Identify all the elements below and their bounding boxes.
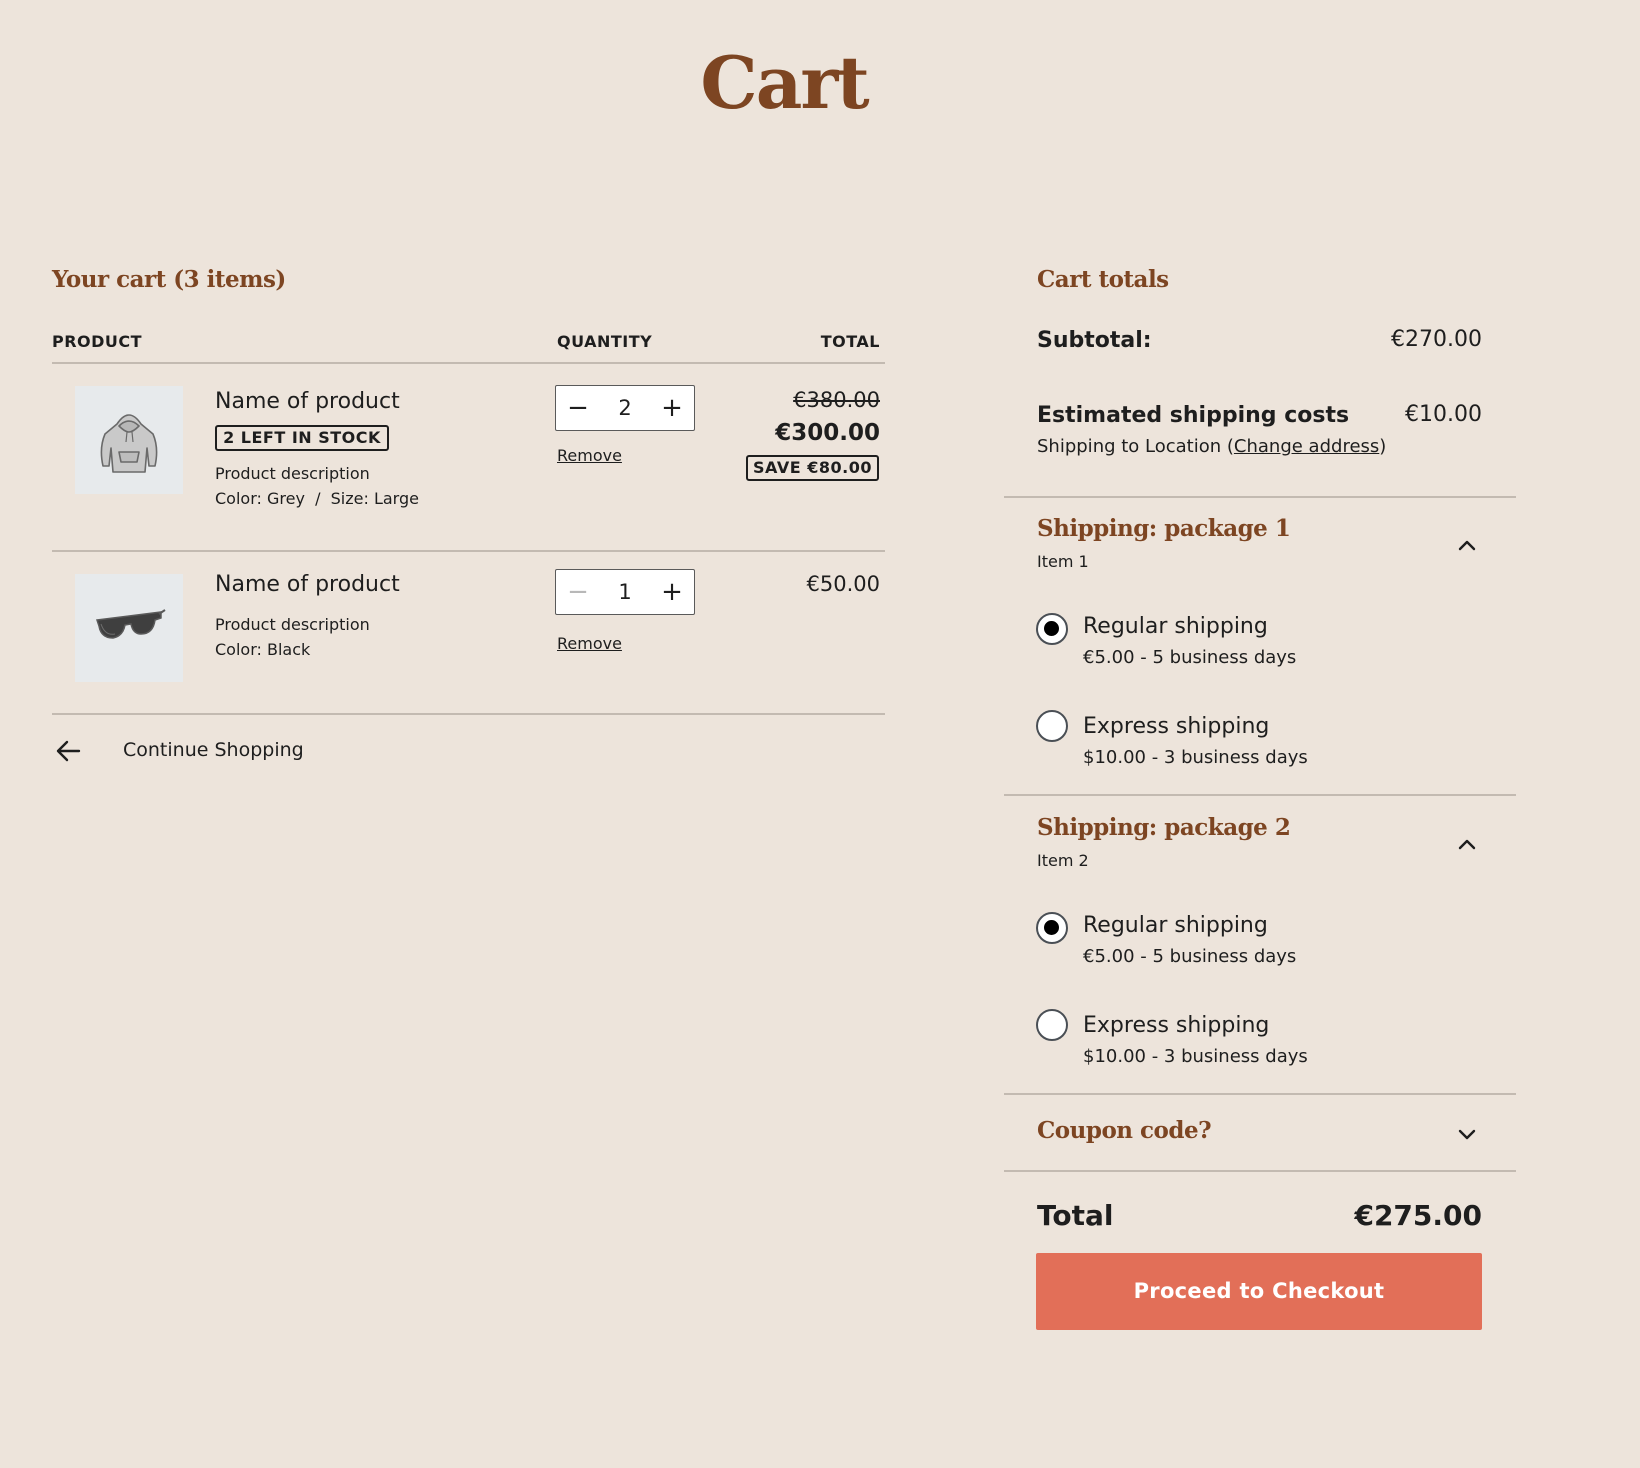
chevron-up-icon[interactable] [1455,833,1479,857]
shipping-costs-value: €10.00 [1405,402,1482,427]
chevron-down-icon[interactable] [1455,1122,1479,1146]
shipping-location-text: Shipping to Location ( [1037,436,1234,457]
column-header-total: TOTAL [820,332,880,351]
radio-unselected[interactable] [1036,1009,1068,1041]
column-header-product: PRODUCT [52,332,143,351]
subtotal-label: Subtotal: [1037,328,1152,353]
product-name[interactable]: Name of product [215,389,400,414]
chevron-up-icon[interactable] [1455,534,1479,558]
product-attributes: Color: Grey / Size: Large [215,489,419,508]
quantity-stepper: − 1 + [555,569,695,615]
stock-badge: 2 LEFT IN STOCK [215,425,389,451]
package-title[interactable]: Shipping: package 2 [1037,814,1291,841]
increment-button[interactable]: + [650,570,694,614]
coupon-label[interactable]: Coupon code? [1037,1117,1212,1144]
product-attributes: Color: Black [215,640,311,659]
radio-unselected[interactable] [1036,710,1068,742]
quantity-value[interactable]: 1 [600,570,650,614]
sunglasses-icon [95,609,166,639]
option-detail: €5.00 - 5 business days [1083,946,1297,967]
total-value: €275.00 [1354,1199,1482,1232]
option-detail: $10.00 - 3 business days [1083,747,1308,768]
subtotal-value: €270.00 [1391,327,1482,352]
divider [1004,496,1516,498]
item-total: €300.00 [775,420,880,446]
option-title[interactable]: Express shipping [1083,1013,1269,1038]
option-title[interactable]: Regular shipping [1083,913,1268,938]
change-address-link[interactable]: Change address [1234,436,1379,457]
quantity-value[interactable]: 2 [600,386,650,430]
checkout-button[interactable]: Proceed to Checkout [1036,1253,1482,1330]
divider [1004,794,1516,796]
product-description: Product description [215,464,370,483]
arrow-left-icon[interactable] [55,738,81,764]
package-subtitle: Item 1 [1037,552,1089,571]
original-price: €380.00 [793,388,880,412]
total-label: Total [1037,1199,1114,1232]
continue-shopping-label[interactable]: Continue Shopping [123,739,304,761]
option-detail: $10.00 - 3 business days [1083,1046,1308,1067]
divider [1004,1170,1516,1172]
product-description: Product description [215,615,370,634]
item-total: €50.00 [806,572,880,596]
page-title: Cart [700,40,869,125]
quantity-stepper: − 2 + [555,385,695,431]
cart-totals-heading: Cart totals [1037,266,1169,293]
product-thumbnail [75,574,183,682]
package-subtitle: Item 2 [1037,851,1089,870]
decrement-button[interactable]: − [556,570,600,614]
save-badge: SAVE €80.00 [746,455,879,481]
product-thumbnail [75,386,183,494]
product-name[interactable]: Name of product [215,572,400,597]
option-title[interactable]: Regular shipping [1083,614,1268,639]
increment-button[interactable]: + [650,386,694,430]
hoodie-icon [100,414,158,473]
cart-heading: Your cart (3 items) [52,266,286,293]
shipping-location: Shipping to Location (Change address) [1037,436,1386,457]
divider [52,713,885,715]
radio-selected[interactable] [1036,613,1068,645]
shipping-location-close: ) [1379,436,1387,457]
option-detail: €5.00 - 5 business days [1083,647,1297,668]
radio-selected[interactable] [1036,912,1068,944]
option-title[interactable]: Express shipping [1083,714,1269,739]
package-title[interactable]: Shipping: package 1 [1037,515,1291,542]
divider [52,550,885,552]
column-header-quantity: QUANTITY [557,332,653,351]
remove-link[interactable]: Remove [557,446,622,465]
remove-link[interactable]: Remove [557,634,622,653]
divider [1004,1093,1516,1095]
divider [52,362,885,364]
decrement-button[interactable]: − [556,386,600,430]
